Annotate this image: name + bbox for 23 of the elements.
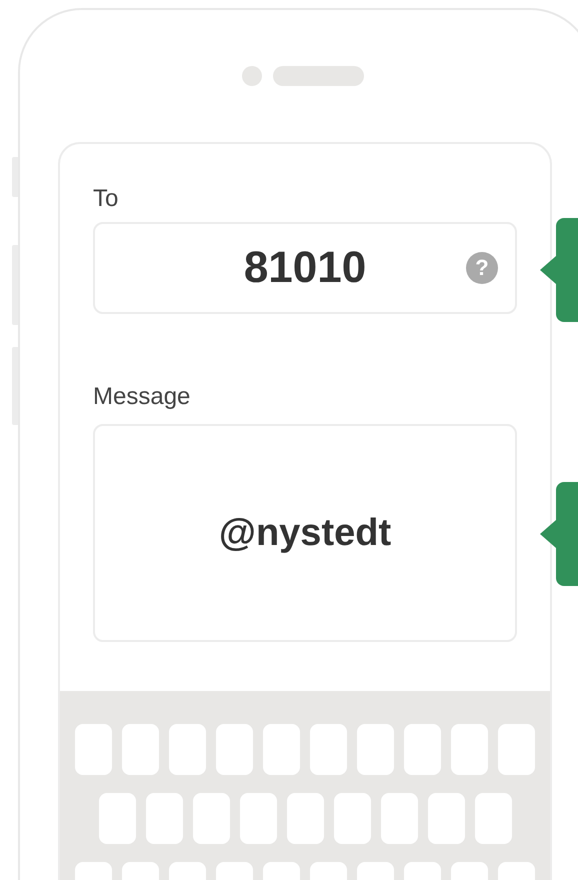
keyboard-key[interactable] [169, 724, 206, 775]
keyboard-key[interactable] [240, 793, 276, 844]
keyboard-key[interactable] [428, 793, 464, 844]
keyboard-key[interactable] [498, 724, 535, 775]
keyboard-key[interactable] [474, 793, 512, 844]
keyboard-key[interactable] [357, 724, 394, 775]
keyboard-key[interactable] [146, 793, 182, 844]
keyboard-key[interactable] [451, 724, 488, 775]
keyboard-key[interactable] [310, 724, 347, 775]
keyboard-key[interactable] [334, 793, 370, 844]
keyboard-key[interactable] [404, 724, 441, 775]
keyboard-key[interactable] [216, 724, 253, 775]
field-label: To [93, 184, 120, 214]
keyboard-key[interactable] [122, 724, 159, 775]
keyboard-key[interactable] [75, 724, 112, 775]
message-field[interactable]: @nystedt [93, 424, 517, 642]
keyboard-key[interactable] [380, 793, 418, 844]
keyboard-key[interactable] [98, 793, 136, 844]
phone-number-field[interactable]: 81010 ? [93, 222, 517, 314]
field-label: Message [93, 382, 192, 412]
keyboard-key[interactable] [286, 793, 324, 844]
keyboard-key[interactable] [192, 793, 230, 844]
keyboard-key[interactable] [263, 724, 300, 775]
